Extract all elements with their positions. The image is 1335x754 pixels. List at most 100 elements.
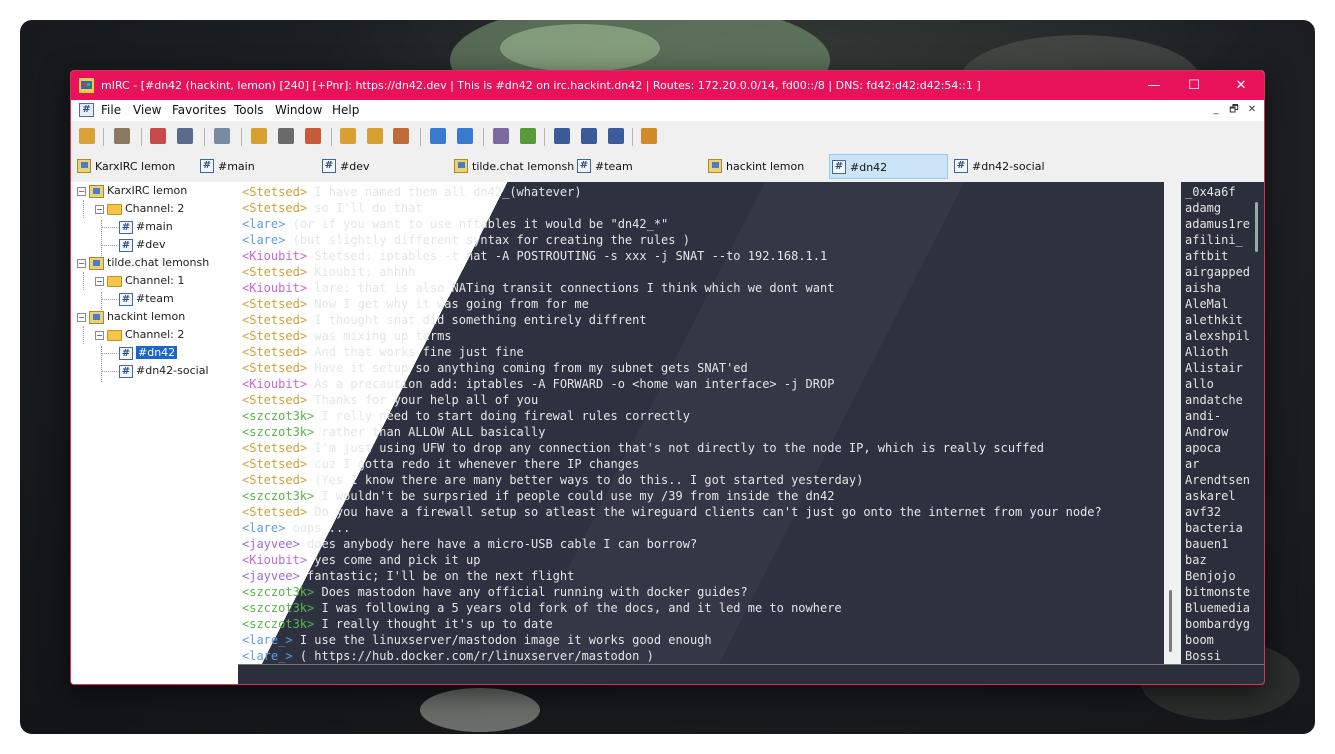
mdi-restore-button[interactable]: 🗗 xyxy=(1227,103,1241,117)
nicklist-item[interactable]: andatche xyxy=(1185,392,1243,408)
channels-list-icon[interactable] xyxy=(251,128,267,144)
tree-group-karxirc-channels[interactable]: − Channel: 2 xyxy=(95,200,184,218)
chat-nick[interactable]: Kioubit xyxy=(249,553,300,567)
nicklist-item[interactable]: AleMal xyxy=(1185,296,1228,312)
chat-nick[interactable]: Stetsed xyxy=(249,329,300,343)
nicklist-item[interactable]: adamus1re xyxy=(1185,216,1250,232)
menu-help[interactable]: Help xyxy=(332,100,359,121)
notify-icon[interactable] xyxy=(430,128,446,144)
switchbar-tab-main[interactable]: # #main xyxy=(198,154,316,179)
cascade-icon[interactable] xyxy=(608,128,624,144)
favorites-icon[interactable] xyxy=(150,128,166,144)
menu-tools[interactable]: Tools xyxy=(234,100,264,121)
maximize-button[interactable]: ☐ xyxy=(1171,71,1217,100)
mirc-app-icon[interactable] xyxy=(79,78,94,93)
tree-group-tildechat-channels[interactable]: − Channel: 1 xyxy=(95,272,184,290)
chat-nick[interactable]: jayvee xyxy=(249,537,292,551)
chat-nick[interactable]: lare xyxy=(249,217,278,231)
collapse-toggle[interactable]: − xyxy=(77,186,86,196)
tile-horizontal-icon[interactable] xyxy=(554,128,570,144)
chat-nick[interactable]: szczot3k xyxy=(249,425,307,439)
chat-nick[interactable]: Stetsed xyxy=(249,441,300,455)
nicklist-item[interactable]: afilini_ xyxy=(1185,232,1243,248)
tree-server-hackint[interactable]: − hackint lemon xyxy=(77,308,185,326)
nicklist-item[interactable]: alexshpil xyxy=(1185,328,1250,344)
switchbar-tab-dev[interactable]: # #dev xyxy=(320,154,438,179)
chat-nick[interactable]: jayvee xyxy=(249,569,292,583)
nicklist-item[interactable]: Alistair xyxy=(1185,360,1243,376)
nicklist-item[interactable]: avf32 xyxy=(1185,504,1221,520)
collapse-toggle[interactable]: − xyxy=(95,204,104,214)
chat-nick[interactable]: szczot3k xyxy=(249,409,307,423)
collapse-toggle[interactable]: − xyxy=(95,276,104,286)
chat-nick[interactable]: lare xyxy=(249,233,278,247)
connect-icon[interactable] xyxy=(79,128,95,144)
nicklist-item[interactable]: ar xyxy=(1185,456,1199,472)
chat-nick[interactable]: lare_ xyxy=(249,649,285,663)
chat-nick[interactable]: lare_ xyxy=(249,633,285,647)
nicklist-item[interactable]: allo xyxy=(1185,376,1214,392)
nicklist-item[interactable]: Bossi xyxy=(1185,648,1221,664)
chat-nick[interactable]: Stetsed xyxy=(249,457,300,471)
nicklist-scrollbar-thumb[interactable] xyxy=(1255,202,1258,252)
title-bar[interactable]: mIRC - [#dn42 (hackint, lemon) [240] [+P… xyxy=(71,71,1264,100)
chat-nick[interactable]: Kioubit xyxy=(249,249,300,263)
switchbar-tab-hackint[interactable]: hackint lemon xyxy=(706,154,824,179)
nicklist-item[interactable]: bacteria xyxy=(1185,520,1243,536)
nicklist-item[interactable]: andi- xyxy=(1185,408,1221,424)
get-file-icon[interactable] xyxy=(393,128,409,144)
nicklist-item[interactable]: aisha xyxy=(1185,280,1221,296)
switchbar-tab-dn42[interactable]: # #dn42 xyxy=(829,154,948,179)
nicklist-item[interactable]: adamg xyxy=(1185,200,1221,216)
chat-nick[interactable]: szczot3k xyxy=(249,489,307,503)
message-input[interactable] xyxy=(238,664,1264,684)
nicklist-item[interactable]: bauen1 xyxy=(1185,536,1228,552)
close-button[interactable]: ✕ xyxy=(1218,71,1264,100)
nicklist-item[interactable]: _0x4a6f xyxy=(1185,184,1236,200)
nicklist[interactable]: _0x4a6f adamg adamus1re afilini_ aftbit airga… xyxy=(1181,182,1264,664)
tile-vertical-icon[interactable] xyxy=(581,128,597,144)
chat-message-area[interactable]: <Stetsed> I have named them all dn42_(wh… xyxy=(238,182,1164,664)
nicklist-item[interactable]: airgapped xyxy=(1185,264,1250,280)
chat-nick[interactable]: lare xyxy=(249,521,278,535)
chat-nick[interactable]: Stetsed xyxy=(249,185,300,199)
chat-nick[interactable]: Stetsed xyxy=(249,297,300,311)
tree-channel-dev[interactable]: # #dev xyxy=(119,236,165,254)
nicklist-item[interactable]: alethkit xyxy=(1185,312,1243,328)
menu-view[interactable]: View xyxy=(133,100,161,121)
tree-channel-main[interactable]: # #main xyxy=(119,218,173,236)
nicklist-item[interactable]: Alioth xyxy=(1185,344,1228,360)
nicklist-item[interactable]: aftbit xyxy=(1185,248,1228,264)
nicklist-item[interactable]: boom xyxy=(1185,632,1214,648)
chat-nick[interactable]: Stetsed xyxy=(249,265,300,279)
scripts-editor-icon[interactable] xyxy=(214,128,230,144)
send-file-icon[interactable] xyxy=(340,128,356,144)
options-icon[interactable] xyxy=(114,128,130,144)
nicklist-item[interactable]: baz xyxy=(1185,552,1207,568)
tree-server-tildechat[interactable]: − tilde.chat lemonsh xyxy=(77,254,209,272)
chat-nick[interactable]: Stetsed xyxy=(249,393,300,407)
chat-nick[interactable]: Stetsed xyxy=(249,473,300,487)
nicklist-item[interactable]: Androw xyxy=(1185,424,1228,440)
tree-channel-dn42-social[interactable]: # #dn42-social xyxy=(119,362,209,380)
log-icon[interactable] xyxy=(493,128,509,144)
nicklist-item[interactable]: bitmonste xyxy=(1185,584,1250,600)
urls-icon[interactable] xyxy=(457,128,473,144)
chat-nick[interactable]: Stetsed xyxy=(249,201,300,215)
mdi-minimize-button[interactable]: _ xyxy=(1209,103,1223,117)
dcc-chat-icon[interactable] xyxy=(367,128,383,144)
chat-nick[interactable]: Kioubit xyxy=(249,377,300,391)
menu-file[interactable]: File xyxy=(101,100,121,121)
chat-nick[interactable]: Kioubit xyxy=(249,281,300,295)
collapse-toggle[interactable]: − xyxy=(95,330,104,340)
mdi-close-button[interactable]: ✕ xyxy=(1245,103,1259,117)
switchbar-tab-tildechat[interactable]: tilde.chat lemonsh xyxy=(452,154,574,179)
tree-group-hackint-channels[interactable]: − Channel: 2 xyxy=(95,326,184,344)
menu-favorites[interactable]: Favorites xyxy=(172,100,226,121)
nicklist-item[interactable]: bombardyg xyxy=(1185,616,1250,632)
help-icon[interactable] xyxy=(641,128,657,144)
chat-nick[interactable]: Stetsed xyxy=(249,313,300,327)
chat-nick[interactable]: szczot3k xyxy=(249,585,307,599)
menu-window[interactable]: Window xyxy=(275,100,322,121)
chat-scrollbar[interactable] xyxy=(1164,182,1181,664)
